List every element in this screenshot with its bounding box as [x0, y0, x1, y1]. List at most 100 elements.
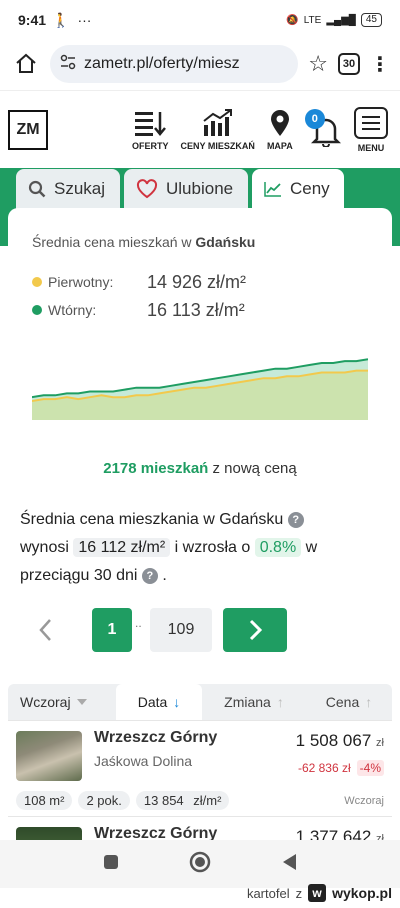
- nav-offers[interactable]: OFERTY: [132, 109, 169, 151]
- sort-asc-icon: ↑: [276, 694, 284, 710]
- listing-price-per-m2: 13 854 zł/m²: [135, 791, 230, 810]
- map-pin-icon: [270, 109, 289, 136]
- tab-switcher-button[interactable]: 30: [338, 53, 360, 75]
- summary-wynosi: wynosi: [20, 539, 69, 556]
- mute-icon: 🔕: [286, 14, 299, 26]
- new-price-count: 2178 mieszkań z nową ceną: [0, 460, 400, 477]
- circle-icon: [189, 851, 211, 872]
- back-button[interactable]: [281, 853, 297, 876]
- search-icon: [28, 180, 46, 198]
- tab-favorites[interactable]: Ulubione: [124, 169, 248, 209]
- sort-change-label: Zmiana: [224, 694, 271, 710]
- nav-prices[interactable]: CENY MIESZKAŃ: [180, 108, 255, 151]
- listing-district: Wrzeszcz Górny: [94, 825, 218, 840]
- tab-favorites-label: Ulubione: [166, 179, 234, 198]
- summary-pct-change: 0.8%: [254, 538, 302, 557]
- sort-asc-icon: ↑: [365, 694, 373, 710]
- price-summary: Średnia cena mieszkania w Gdańsku ? wyno…: [20, 506, 380, 590]
- stats-title: Średnia cena mieszkań w Gdańsku: [32, 234, 255, 250]
- watermark-brand: wykop.pl: [332, 885, 392, 901]
- sort-by-price[interactable]: Cena ↑: [306, 684, 392, 720]
- listing-price-currency: zł: [376, 833, 384, 840]
- triangle-back-icon: [283, 853, 296, 870]
- listing-ppm-value: 13 854: [143, 793, 184, 808]
- line-chart-icon: [264, 182, 281, 197]
- nav-prices-label: CENY MIESZKAŃ: [180, 140, 255, 151]
- sort-desc-icon: ↓: [173, 694, 181, 710]
- prev-page-button[interactable]: [36, 616, 56, 649]
- tab-prices[interactable]: Ceny: [252, 169, 344, 209]
- help-icon[interactable]: ?: [141, 567, 158, 584]
- walking-icon: 🚶: [52, 11, 70, 28]
- bookmark-star-icon[interactable]: ☆: [308, 51, 328, 77]
- tab-search-label: Szukaj: [54, 179, 106, 198]
- listing-card[interactable]: Wrzeszcz Górny 1 377 642 zł: [8, 816, 392, 840]
- secondary-label: Wtórny:: [48, 302, 97, 318]
- menu-button[interactable]: MENU: [354, 106, 388, 153]
- nav-map[interactable]: MAPA: [267, 109, 293, 151]
- sort-bar: Wczoraj Data ↓ Zmiana ↑ Cena ↑: [8, 684, 392, 720]
- date-filter-value: Wczoraj: [20, 694, 71, 710]
- listing-area: 108 m²: [16, 791, 73, 810]
- notifications-button[interactable]: 0: [304, 108, 341, 151]
- new-price-count-suffix: z nową ceną: [212, 460, 297, 477]
- hamburger-icon: [354, 106, 388, 139]
- wykop-logo-icon: w: [308, 884, 327, 902]
- listing-street: Jaśkowa Dolina: [94, 753, 193, 769]
- nav-offers-label: OFERTY: [132, 140, 169, 151]
- listing-price-value: 1 377 642: [295, 827, 372, 840]
- home-button[interactable]: [189, 851, 211, 878]
- listing-price-currency: zł: [376, 737, 384, 749]
- listing-price: 1 508 067 zł: [296, 731, 384, 751]
- primary-dot: [32, 277, 42, 287]
- address-bar[interactable]: zametr.pl/oferty/miesz: [50, 45, 299, 83]
- recents-button[interactable]: [103, 854, 119, 875]
- notifications-badge: 0: [304, 108, 325, 129]
- stats-title-prefix: Średnia cena mieszkań w: [32, 234, 192, 250]
- current-page-button[interactable]: 1: [92, 608, 132, 652]
- help-icon[interactable]: ?: [287, 511, 304, 528]
- sort-by-date[interactable]: Data ↓: [116, 684, 202, 720]
- home-icon[interactable]: [12, 50, 40, 78]
- chevron-left-icon: [39, 619, 51, 641]
- site-logo[interactable]: ZM: [8, 109, 48, 150]
- bar-chart-icon: [203, 108, 232, 136]
- summary-line1: Średnia cena mieszkania w Gdańsku: [20, 511, 284, 528]
- tab-prices-label: Ceny: [290, 179, 330, 198]
- lte-label: LTE: [303, 14, 322, 26]
- signal-icon: ▂▄▆█: [326, 14, 356, 26]
- heart-icon: [136, 179, 158, 199]
- section-tabs: Szukaj Ulubione Ceny: [16, 169, 344, 209]
- last-page-button[interactable]: 109: [150, 608, 212, 652]
- chevron-down-icon: [76, 699, 87, 705]
- next-page-button[interactable]: [223, 608, 287, 652]
- secondary-dot: [32, 305, 42, 315]
- listing-chips: 108 m² 2 pok. 13 854 zł/m²: [16, 791, 230, 810]
- secondary-market-row: Wtórny: 16 113 zł/m²: [32, 300, 245, 320]
- site-settings-icon[interactable]: [60, 54, 76, 75]
- summary-avg-value: 16 112 zł/m²: [73, 538, 171, 557]
- summary-rose-label: i wzrosła o: [174, 539, 251, 556]
- date-filter-select[interactable]: Wczoraj: [8, 684, 98, 720]
- listing-card[interactable]: Wrzeszcz Górny Jaśkowa Dolina 1 508 067 …: [8, 720, 392, 816]
- sort-by-change[interactable]: Zmiana ↑: [204, 684, 304, 720]
- browser-menu-button[interactable]: ⋮: [370, 52, 390, 77]
- square-icon: [104, 854, 118, 869]
- stats-city: Gdańsku: [195, 234, 256, 250]
- listing-change-amount: -62 836 zł: [297, 761, 351, 775]
- nav-map-label: MAPA: [266, 140, 293, 151]
- new-price-count-value[interactable]: 2178 mieszkań: [103, 460, 208, 477]
- list-sort-icon: [135, 111, 167, 136]
- listing-change-pct: -4%: [356, 760, 384, 776]
- site-header: ZM OFERTY CENY MIESZKAŃ MAPA 0 MENU: [0, 90, 400, 168]
- more-notifications-icon: ···: [77, 12, 92, 28]
- status-bar: 9:41 🚶 ··· 🔕 LTE ▂▄▆█ 45: [0, 0, 400, 40]
- listing-price: 1 377 642 zł: [296, 827, 384, 840]
- secondary-value: 16 113 zł/m²: [147, 299, 245, 320]
- watermark-user: kartofel: [246, 885, 290, 901]
- price-trend-chart: [32, 358, 368, 420]
- tab-search[interactable]: Szukaj: [16, 169, 120, 209]
- listing-photo: [16, 731, 82, 781]
- primary-label: Pierwotny:: [48, 274, 114, 290]
- primary-market-row: Pierwotny: 14 926 zł/m²: [32, 272, 246, 292]
